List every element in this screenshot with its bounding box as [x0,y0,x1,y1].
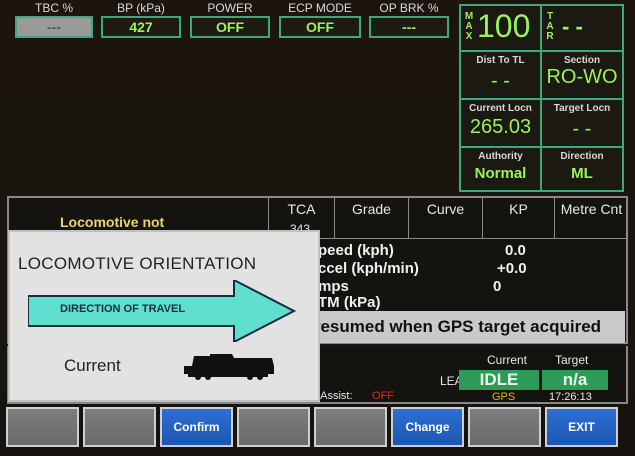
header-metre-cnt: Metre Cnt [554,196,628,238]
direction-cell: Direction ML [540,146,624,192]
direction-value: ML [571,165,593,182]
target-header: Target [555,353,589,367]
authority-value: Normal [474,165,527,182]
ecp-mode-value: OFF [279,16,361,38]
current-header: Current [487,353,528,367]
current-locn-cell: Current Locn 265.03 [459,98,542,148]
dist-to-tl-value: - - [491,70,510,92]
target-locn-value: - - [572,118,592,140]
tbc-readout: TBC % --- [15,0,93,38]
op-brk-value: --- [369,16,449,38]
header-kp: KP [482,196,554,238]
section-label: Section [563,55,601,66]
dist-to-tl-cell: Dist To TL - - [459,50,542,100]
dialog-current-label: Current [64,356,121,375]
max-speed-value: 100 [477,8,531,44]
tbc-label: TBC % [34,1,73,15]
softkey-1[interactable] [6,407,79,447]
locomotive-icon [184,354,274,380]
ecp-mode-readout: ECP MODE OFF [279,0,361,38]
authority-cell: Authority Normal [459,146,542,192]
amps-label: mps [318,278,349,295]
arrow-label: DIRECTION OF TRAVEL [60,303,186,315]
clock-time: 17:26:13 [549,391,592,403]
current-locn-label: Current Locn [469,103,532,114]
softkey-7[interactable] [468,407,541,447]
locomotive-not-text: Locomotive not [60,214,165,230]
bp-label: BP (kPa) [117,1,165,15]
accel-label: ccel (kph/min) [318,260,419,277]
change-button[interactable]: Change [391,407,464,447]
bcp-label: TM (kPa) [318,294,381,311]
softkey-5[interactable] [314,407,387,447]
tbc-value: --- [15,16,93,38]
status-message-bar: ts resumed when GPS target acquired [290,311,625,343]
power-value: OFF [190,16,270,38]
current-locn-value: 265.03 [469,116,532,138]
amps-value: 0 [493,278,502,295]
ecp-mode-label: ECP MODE [288,1,352,15]
op-brk-label: OP BRK % [379,1,439,15]
section-value: RO-WO [546,66,618,88]
header-grade: Grade [334,196,408,238]
target-throttle-value: n/a [542,370,608,390]
cab-display-screen: TBC % --- BP (kPa) 427 POWER OFF ECP MOD… [0,0,635,456]
softkey-2[interactable] [83,407,156,447]
section-cell: Section RO-WO [540,50,624,100]
tar-speed-value: - - [562,14,583,39]
target-locn-cell: Target Locn - - [540,98,624,148]
speed-value: 0.0 [505,242,526,259]
power-label: POWER [207,1,253,15]
max-vertical-label: MAX [464,11,474,42]
direction-label: Direction [560,151,604,162]
gps-label: GPS [492,391,516,403]
speed-label: peed (kph) [318,242,394,259]
header-curve: Curve [408,196,482,238]
bp-value: 427 [101,16,181,38]
exit-button[interactable]: EXIT [545,407,618,447]
power-readout: POWER OFF [190,0,270,38]
softkey-4[interactable] [237,407,310,447]
op-brk-readout: OP BRK % --- [369,0,449,38]
dialog-title: LOCOMOTIVE ORIENTATION [18,254,257,273]
tar-vertical-label: TAR [546,11,554,42]
accel-value: +0.0 [497,260,527,277]
current-throttle-value: IDLE [459,370,539,390]
bp-readout: BP (kPa) 427 [101,0,181,38]
tar-speed-cell: TAR - - [540,4,624,52]
authority-label: Authority [478,151,523,162]
target-locn-label: Target Locn [553,103,611,114]
assist-value: OFF [372,390,394,402]
max-speed-cell: MAX 100 [459,4,542,52]
confirm-button[interactable]: Confirm [160,407,233,447]
dist-to-tl-label: Dist To TL [476,55,525,66]
